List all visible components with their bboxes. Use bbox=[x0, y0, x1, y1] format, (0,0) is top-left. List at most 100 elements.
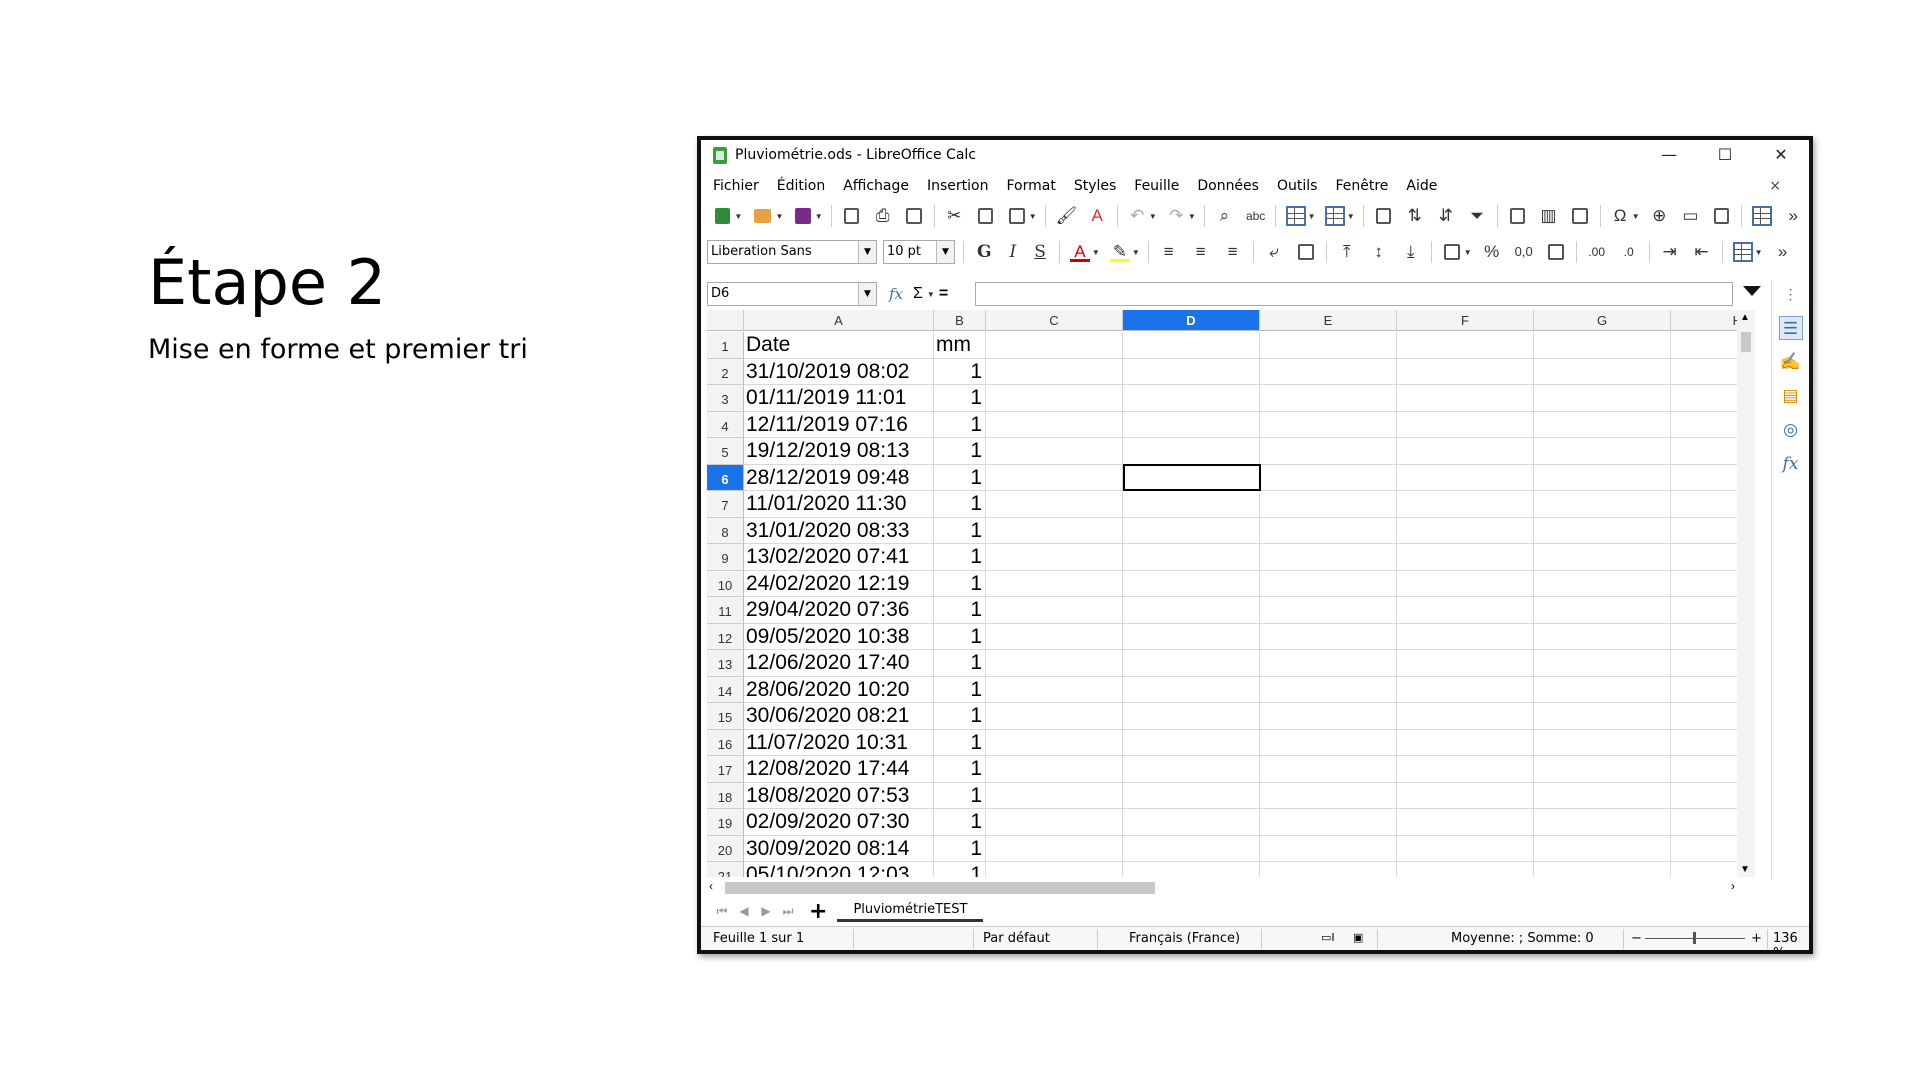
cell-empty[interactable] bbox=[1123, 517, 1260, 544]
row-header[interactable]: 16 bbox=[707, 729, 744, 756]
zoom-slider-handle[interactable] bbox=[1693, 932, 1696, 944]
zoom-out-button[interactable]: − bbox=[1631, 931, 1642, 946]
cell-date[interactable]: 19/12/2019 08:13 bbox=[744, 438, 934, 465]
cell-empty[interactable] bbox=[1534, 729, 1671, 756]
row-header[interactable]: 13 bbox=[707, 650, 744, 677]
row-header[interactable]: 11 bbox=[707, 597, 744, 624]
cell-empty[interactable] bbox=[1123, 782, 1260, 809]
cell-empty[interactable] bbox=[986, 597, 1123, 624]
menu-fenetre[interactable]: Fenêtre bbox=[1335, 174, 1388, 198]
highlight-color-icon[interactable]: ✎ bbox=[1109, 242, 1130, 262]
cell-empty[interactable] bbox=[986, 676, 1123, 703]
expand-formula-icon[interactable] bbox=[1743, 286, 1761, 296]
percent-format-icon[interactable]: % bbox=[1482, 242, 1502, 262]
row-header[interactable]: 3 bbox=[707, 385, 744, 412]
cell-mm[interactable]: 1 bbox=[934, 597, 986, 624]
cell-empty[interactable] bbox=[986, 464, 1123, 491]
menu-aide[interactable]: Aide bbox=[1406, 174, 1437, 198]
menu-donnees[interactable]: Données bbox=[1197, 174, 1259, 198]
cell-empty[interactable] bbox=[986, 650, 1123, 677]
cell-empty[interactable] bbox=[1397, 544, 1534, 571]
export-pdf-icon[interactable] bbox=[843, 208, 860, 224]
cell-empty[interactable] bbox=[1260, 835, 1397, 862]
cell-empty[interactable] bbox=[1534, 782, 1671, 809]
row-header[interactable]: 19 bbox=[707, 809, 744, 836]
vertical-scroll-thumb[interactable] bbox=[1741, 332, 1751, 352]
align-top-icon[interactable]: ⤒ bbox=[1337, 242, 1357, 262]
sidebar-menu-icon[interactable]: ⋮ bbox=[1779, 282, 1803, 306]
cell-empty[interactable] bbox=[986, 491, 1123, 518]
sheet-tab[interactable]: PluviométrieTEST bbox=[837, 900, 984, 922]
borders-icon[interactable] bbox=[1732, 242, 1753, 262]
spreadsheet-grid[interactable]: A B C D E F G H 1Datemm231/10/2019 08:02… bbox=[707, 310, 1737, 877]
special-character-icon[interactable]: Ω bbox=[1611, 206, 1630, 226]
cell-empty[interactable] bbox=[1397, 517, 1534, 544]
cell-empty[interactable] bbox=[1260, 570, 1397, 597]
sort-ascending-icon[interactable]: ⇅ bbox=[1405, 206, 1424, 226]
font-size-combo[interactable]: 10 pt ▼ bbox=[883, 240, 955, 264]
cell-empty[interactable] bbox=[986, 623, 1123, 650]
increase-indent-icon[interactable]: ⇥ bbox=[1660, 242, 1680, 262]
cell-empty[interactable] bbox=[1260, 729, 1397, 756]
cell-empty[interactable] bbox=[1534, 597, 1671, 624]
cell-empty[interactable] bbox=[1260, 385, 1397, 412]
row-header[interactable]: 17 bbox=[707, 756, 744, 783]
cell-empty[interactable] bbox=[1397, 676, 1534, 703]
cell-empty[interactable] bbox=[1397, 623, 1534, 650]
cell-empty[interactable] bbox=[1260, 464, 1397, 491]
cell-empty[interactable] bbox=[1123, 411, 1260, 438]
styles-icon[interactable]: ✍ bbox=[1779, 350, 1803, 374]
next-sheet-icon[interactable]: ▶ bbox=[755, 904, 777, 918]
cell-empty[interactable] bbox=[1671, 650, 1737, 677]
cell-date[interactable]: 13/02/2020 07:41 bbox=[744, 544, 934, 571]
add-sheet-button[interactable]: + bbox=[809, 899, 827, 924]
cell-date[interactable]: 28/06/2020 10:20 bbox=[744, 676, 934, 703]
cell-empty[interactable] bbox=[1123, 650, 1260, 677]
maximize-button[interactable]: ☐ bbox=[1697, 140, 1753, 170]
cell-empty[interactable] bbox=[1260, 411, 1397, 438]
cell-mm[interactable]: 1 bbox=[934, 517, 986, 544]
cell-empty[interactable] bbox=[986, 358, 1123, 385]
cell-empty[interactable] bbox=[1397, 782, 1534, 809]
align-middle-icon[interactable]: ↕ bbox=[1369, 242, 1389, 262]
minimize-button[interactable]: — bbox=[1641, 140, 1697, 170]
cell-empty[interactable] bbox=[1397, 650, 1534, 677]
row-icon[interactable] bbox=[1286, 206, 1306, 226]
cell-empty[interactable] bbox=[1534, 517, 1671, 544]
cell-date[interactable]: 12/06/2020 17:40 bbox=[744, 650, 934, 677]
cell-empty[interactable] bbox=[1534, 809, 1671, 836]
align-bottom-icon[interactable]: ⤓ bbox=[1401, 242, 1421, 262]
redo-icon[interactable]: ↷ bbox=[1167, 206, 1186, 226]
sum-icon[interactable]: Σ bbox=[913, 285, 923, 303]
previous-sheet-icon[interactable]: ◀ bbox=[733, 904, 755, 918]
cell-empty[interactable] bbox=[1534, 676, 1671, 703]
select-all-corner[interactable] bbox=[707, 310, 744, 331]
cell-mm[interactable]: 1 bbox=[934, 729, 986, 756]
cell-empty[interactable] bbox=[1534, 411, 1671, 438]
sort-descending-icon[interactable]: ⇵ bbox=[1436, 206, 1455, 226]
cell-empty[interactable] bbox=[1260, 650, 1397, 677]
cell-empty[interactable] bbox=[1123, 438, 1260, 465]
paste-icon[interactable] bbox=[1009, 208, 1025, 224]
first-sheet-icon[interactable]: ⏮ bbox=[711, 904, 733, 919]
undo-icon[interactable]: ↶ bbox=[1128, 206, 1147, 226]
menu-format[interactable]: Format bbox=[1006, 174, 1055, 198]
column-header-a[interactable]: A bbox=[744, 310, 934, 331]
chevron-down-icon[interactable]: ▼ bbox=[858, 241, 876, 263]
merge-cells-icon[interactable] bbox=[1297, 244, 1314, 260]
row-header[interactable]: 6 bbox=[707, 464, 744, 491]
row-header[interactable]: 9 bbox=[707, 544, 744, 571]
clear-formatting-icon[interactable]: A bbox=[1088, 206, 1107, 226]
wrap-text-icon[interactable]: ⤶ bbox=[1264, 242, 1284, 262]
underline-button[interactable]: S bbox=[1034, 242, 1046, 262]
cell-date[interactable]: 28/12/2019 09:48 bbox=[744, 464, 934, 491]
zoom-in-button[interactable]: + bbox=[1751, 931, 1762, 946]
cell-empty[interactable] bbox=[1397, 862, 1534, 877]
cell-empty[interactable] bbox=[1671, 862, 1737, 877]
scroll-down-icon[interactable]: ▼ bbox=[1740, 864, 1750, 875]
cell-empty[interactable] bbox=[1671, 491, 1737, 518]
cell-mm[interactable]: 1 bbox=[934, 703, 986, 730]
comment-icon[interactable]: ▭ bbox=[1681, 206, 1700, 226]
row-header[interactable]: 1 bbox=[707, 332, 744, 359]
menu-styles[interactable]: Styles bbox=[1074, 174, 1116, 198]
